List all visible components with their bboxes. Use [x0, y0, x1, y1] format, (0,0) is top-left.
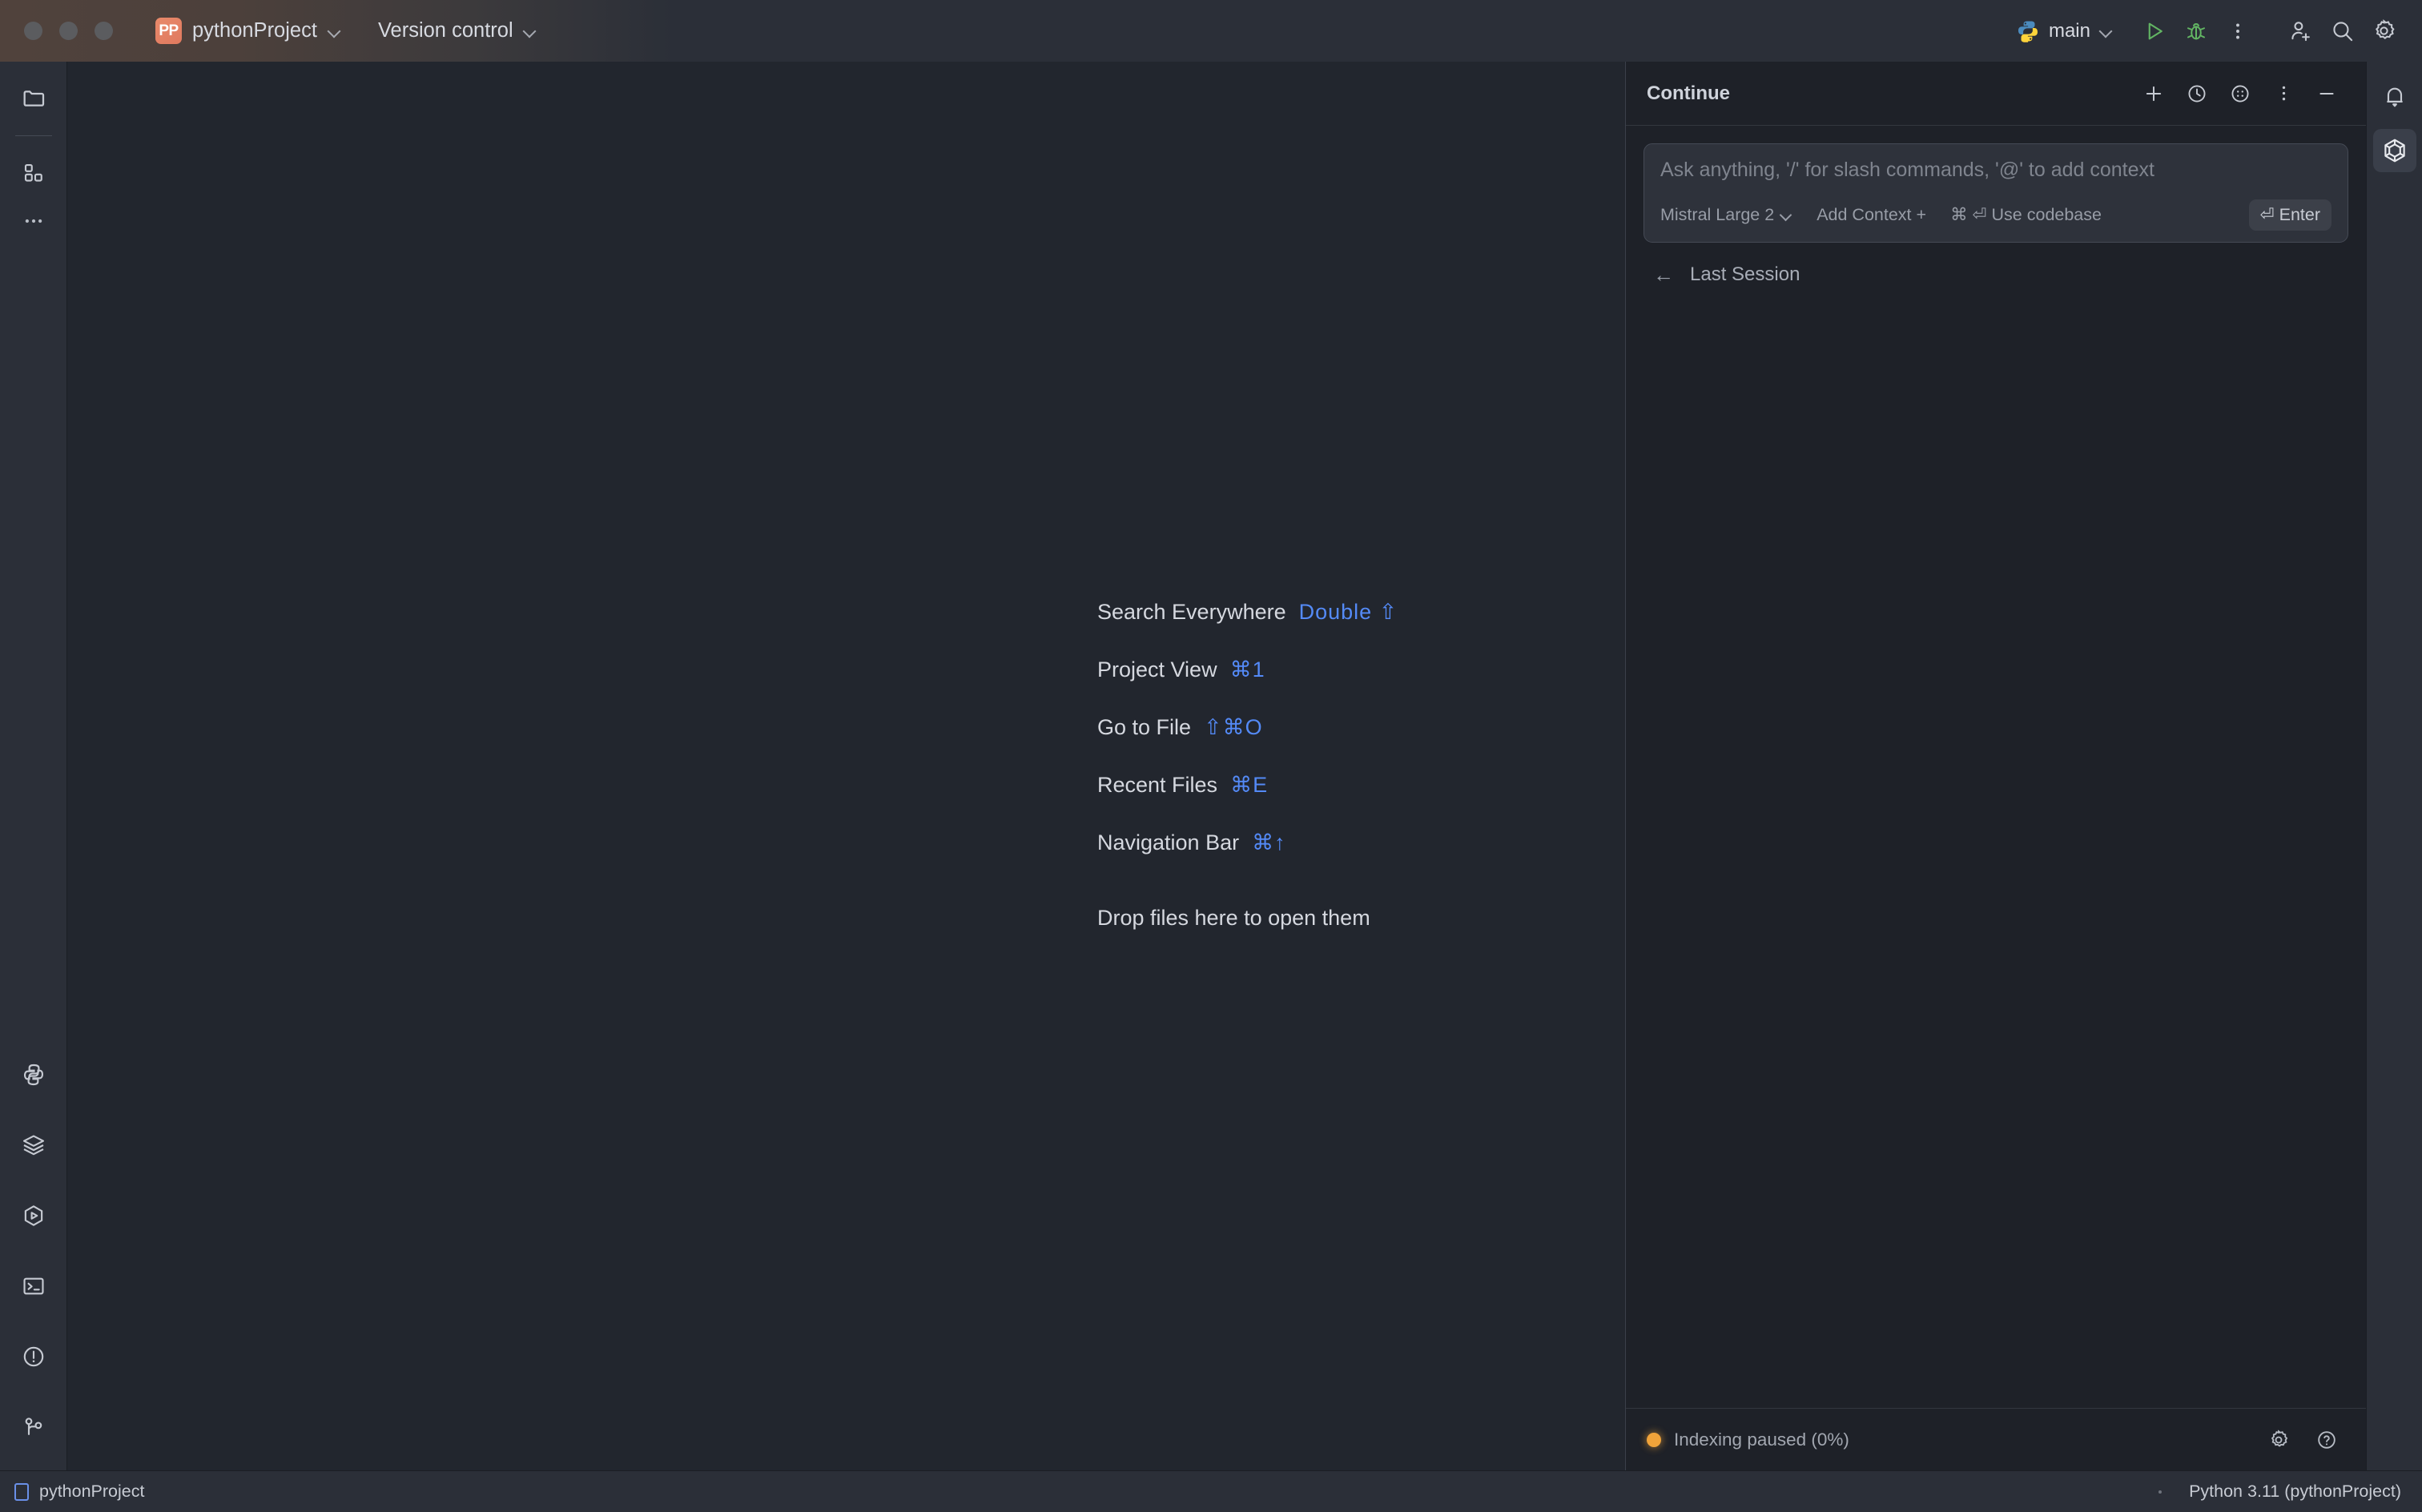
- indexing-status-dot: [1647, 1432, 1661, 1447]
- window-close-button[interactable]: [24, 22, 42, 40]
- sidebar-item-terminal[interactable]: [11, 1264, 56, 1309]
- run-configuration-selector[interactable]: main: [2006, 14, 2122, 49]
- hint-label: Search Everywhere: [1097, 600, 1286, 624]
- hint-label: Navigation Bar: [1097, 830, 1240, 855]
- continue-tool-window: Continue Ask anything, '/' for slash com…: [1625, 62, 2366, 1470]
- use-codebase-button[interactable]: ⌘ ⏎ Use codebase: [1950, 205, 2102, 225]
- project-name-label: pythonProject: [192, 19, 317, 42]
- options-button[interactable]: [2265, 75, 2302, 112]
- continue-help-button[interactable]: [2308, 1422, 2345, 1458]
- chat-composer[interactable]: Ask anything, '/' for slash commands, '@…: [1644, 143, 2348, 243]
- continue-panel-header: Continue: [1626, 62, 2366, 126]
- model-name-label: Mistral Large 2: [1660, 205, 1775, 224]
- python-logo-icon: [2016, 19, 2040, 43]
- arrow-left-icon: ←: [1653, 263, 1674, 287]
- hint-shortcut: ⌘E: [1230, 773, 1269, 797]
- history-button[interactable]: [2179, 75, 2215, 112]
- continue-settings-button[interactable]: [2260, 1422, 2297, 1458]
- status-bar-project-label: pythonProject: [39, 1482, 145, 1501]
- chevron-down-icon: [1780, 209, 1792, 221]
- minimize-button[interactable]: [2308, 75, 2345, 112]
- editor-shortcut-hints: Search Everywhere Double ⇧ Project View …: [1097, 600, 1398, 931]
- last-session-label: Last Session: [1690, 263, 1800, 285]
- more-actions-button[interactable]: [2217, 10, 2259, 52]
- hint-shortcut: ⌘1: [1229, 657, 1265, 682]
- run-configuration-label: main: [2048, 19, 2090, 42]
- status-bar-separator-dot: [2158, 1490, 2162, 1494]
- continue-panel-body: Ask anything, '/' for slash commands, '@…: [1626, 126, 2366, 1408]
- ide-body: Search Everywhere Double ⇧ Project View …: [0, 62, 2422, 1470]
- sidebar-item-structure[interactable]: [11, 151, 56, 195]
- sidebar-item-run[interactable]: [11, 1193, 56, 1238]
- divider: [14, 135, 52, 136]
- version-control-label: Version control: [377, 19, 513, 42]
- sidebar-item-python-console[interactable]: [11, 1052, 56, 1097]
- hint-row[interactable]: Project View ⌘1: [1097, 657, 1398, 715]
- continue-panel-title: Continue: [1647, 82, 1730, 104]
- chevron-down-icon: [2099, 24, 2113, 38]
- settings-button[interactable]: [2363, 10, 2404, 52]
- indexing-status-label: Indexing paused (0%): [1674, 1429, 1849, 1450]
- window-traffic-lights[interactable]: [24, 22, 113, 40]
- apps-button[interactable]: [2222, 75, 2259, 112]
- chat-input[interactable]: Ask anything, '/' for slash commands, '@…: [1660, 159, 2331, 182]
- sidebar-item-problems[interactable]: [11, 1334, 56, 1379]
- window-minimize-button[interactable]: [59, 22, 78, 40]
- project-badge: PP: [155, 18, 182, 44]
- chevron-down-icon: [523, 24, 537, 38]
- editor-empty-area: Search Everywhere Double ⇧ Project View …: [67, 62, 1625, 1470]
- sidebar-item-more[interactable]: [11, 199, 56, 243]
- new-session-button[interactable]: [2135, 75, 2172, 112]
- enter-button[interactable]: ⏎ Enter: [2248, 199, 2331, 231]
- model-selector[interactable]: Mistral Large 2: [1660, 205, 1792, 225]
- hint-label: Recent Files: [1097, 773, 1218, 797]
- search-button[interactable]: [2321, 10, 2363, 52]
- debug-button[interactable]: [2175, 10, 2217, 52]
- run-button[interactable]: [2134, 10, 2175, 52]
- status-bar-project[interactable]: pythonProject: [14, 1482, 144, 1502]
- project-folder-icon: [14, 1482, 29, 1501]
- ide-window: PP pythonProject Version control main Se…: [0, 0, 2422, 1512]
- right-tool-strip: [2366, 62, 2422, 1470]
- sidebar-item-database[interactable]: [11, 1123, 56, 1168]
- hint-row[interactable]: Search Everywhere Double ⇧: [1097, 600, 1398, 657]
- window-maximize-button[interactable]: [95, 22, 113, 40]
- add-context-button[interactable]: Add Context +: [1816, 205, 1926, 225]
- last-session-link[interactable]: ← Last Session: [1644, 243, 2348, 286]
- hint-shortcut: Double ⇧: [1298, 600, 1398, 624]
- continue-tool-window-button[interactable]: [2372, 129, 2416, 172]
- status-bar-interpreter-label[interactable]: Python 3.11 (pythonProject): [2189, 1482, 2401, 1502]
- sidebar-item-project[interactable]: [11, 76, 56, 121]
- chevron-down-icon: [328, 24, 341, 38]
- hint-row[interactable]: Recent Files ⌘E: [1097, 773, 1398, 830]
- hint-row[interactable]: Go to File ⇧⌘O: [1097, 715, 1398, 773]
- add-user-button[interactable]: [2279, 10, 2321, 52]
- left-tool-strip: [0, 62, 67, 1470]
- status-bar: pythonProject Python 3.11 (pythonProject…: [0, 1470, 2422, 1512]
- sidebar-item-version-control[interactable]: [11, 1405, 56, 1450]
- hint-label: Project View: [1097, 657, 1217, 682]
- version-control-selector[interactable]: Version control: [373, 16, 541, 46]
- hint-shortcut: ⇧⌘O: [1204, 715, 1263, 739]
- project-selector[interactable]: PP pythonProject: [151, 14, 346, 47]
- hint-row[interactable]: Navigation Bar ⌘↑: [1097, 830, 1398, 888]
- hint-shortcut: ⌘↑: [1252, 830, 1286, 855]
- hint-label: Go to File: [1097, 715, 1192, 739]
- drop-files-hint: Drop files here to open them: [1097, 906, 1370, 930]
- title-bar: PP pythonProject Version control main: [0, 0, 2422, 62]
- notifications-button[interactable]: [2373, 74, 2416, 118]
- continue-panel-footer: Indexing paused (0%): [1626, 1408, 2366, 1470]
